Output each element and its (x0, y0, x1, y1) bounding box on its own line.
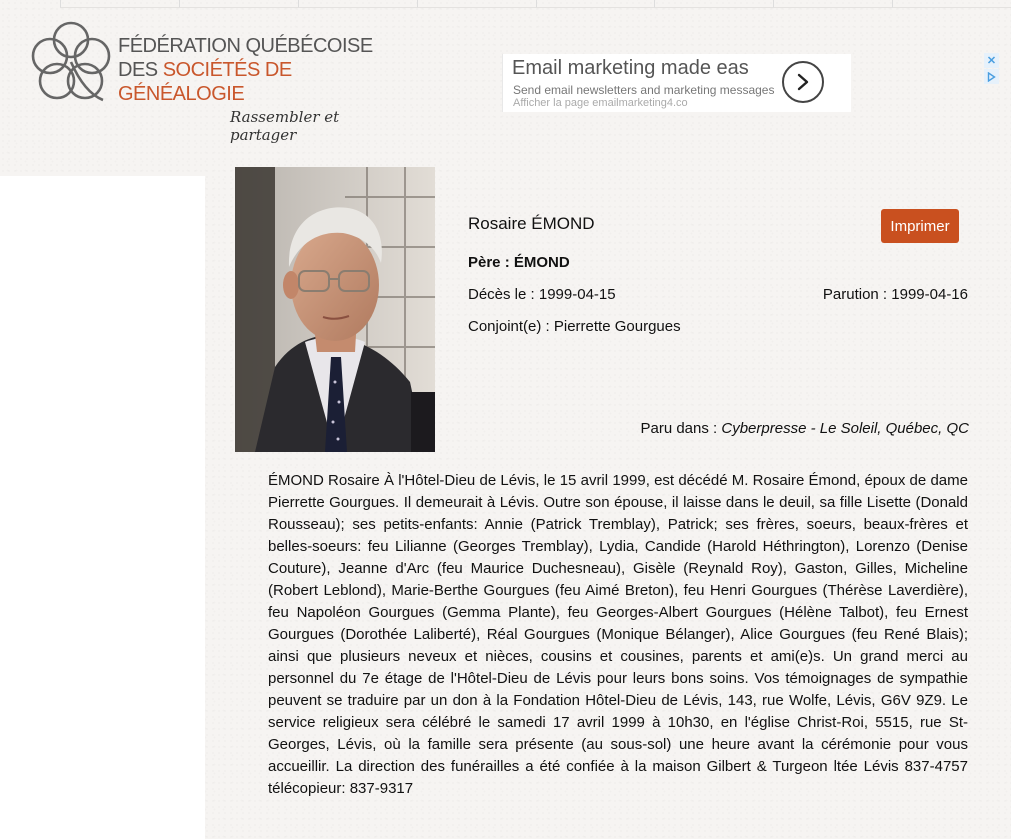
site-logo[interactable]: FÉDÉRATION QUÉBÉCOISE DES SOCIÉTÉS DE GÉ… (28, 18, 408, 144)
logo-line2: DES SOCIÉTÉS DE GÉNÉALOGIE (118, 58, 408, 106)
advertisement-banner[interactable]: Email marketing made eas Send email news… (502, 54, 851, 112)
ad-url[interactable]: Afficher la page emailmarketing4.co (513, 97, 688, 109)
spouse-label: Conjoint(e) : (468, 318, 554, 335)
ad-close-button[interactable]: ✕ (984, 53, 999, 68)
top-nav-strip (60, 0, 1011, 8)
ad-info-button[interactable] (984, 69, 999, 84)
ad-arrow-button[interactable] (782, 61, 824, 103)
print-button[interactable]: Imprimer (881, 209, 959, 243)
published-in-source: Cyberpresse - Le Soleil, Québec, QC (721, 420, 969, 437)
publication-date-value: 1999-04-16 (891, 286, 968, 303)
death-date-value: 1999-04-15 (538, 286, 616, 303)
left-sidebar (0, 176, 205, 839)
ad-subtitle: Send email newsletters and marketing mes… (513, 83, 775, 97)
father-name: Père : ÉMOND (468, 254, 570, 271)
deceased-name: Rosaire ÉMOND (468, 214, 595, 233)
logo-tagline: Rassembler et partager (230, 108, 340, 144)
chevron-right-icon (797, 73, 809, 91)
flower-logo-icon (31, 21, 111, 102)
play-info-icon (987, 71, 996, 82)
obituary-text: ÉMOND Rosaire À l'Hôtel-Dieu de Lévis, l… (268, 472, 968, 797)
spouse: Conjoint(e) : Pierrette Gourgues (468, 318, 681, 335)
ad-title[interactable]: Email marketing made eas (512, 57, 749, 80)
portrait-photo (235, 167, 435, 452)
publication-date: Parution : 1999-04-16 (823, 286, 968, 303)
published-in-label: Paru dans : (640, 420, 722, 437)
death-date: Décès le : 1999-04-15 (468, 286, 616, 303)
close-icon: ✕ (986, 55, 997, 67)
spouse-value: Pierrette Gourgues (553, 318, 681, 335)
published-in: Paru dans : Cyberpresse - Le Soleil, Qué… (640, 420, 969, 437)
logo-line2-prefix: DES (118, 59, 163, 81)
publication-date-label: Parution : (822, 286, 892, 303)
death-date-label: Décès le : (468, 286, 539, 303)
logo-line1: FÉDÉRATION QUÉBÉCOISE (118, 35, 373, 57)
logo-text: FÉDÉRATION QUÉBÉCOISE DES SOCIÉTÉS DE GÉ… (118, 34, 408, 144)
